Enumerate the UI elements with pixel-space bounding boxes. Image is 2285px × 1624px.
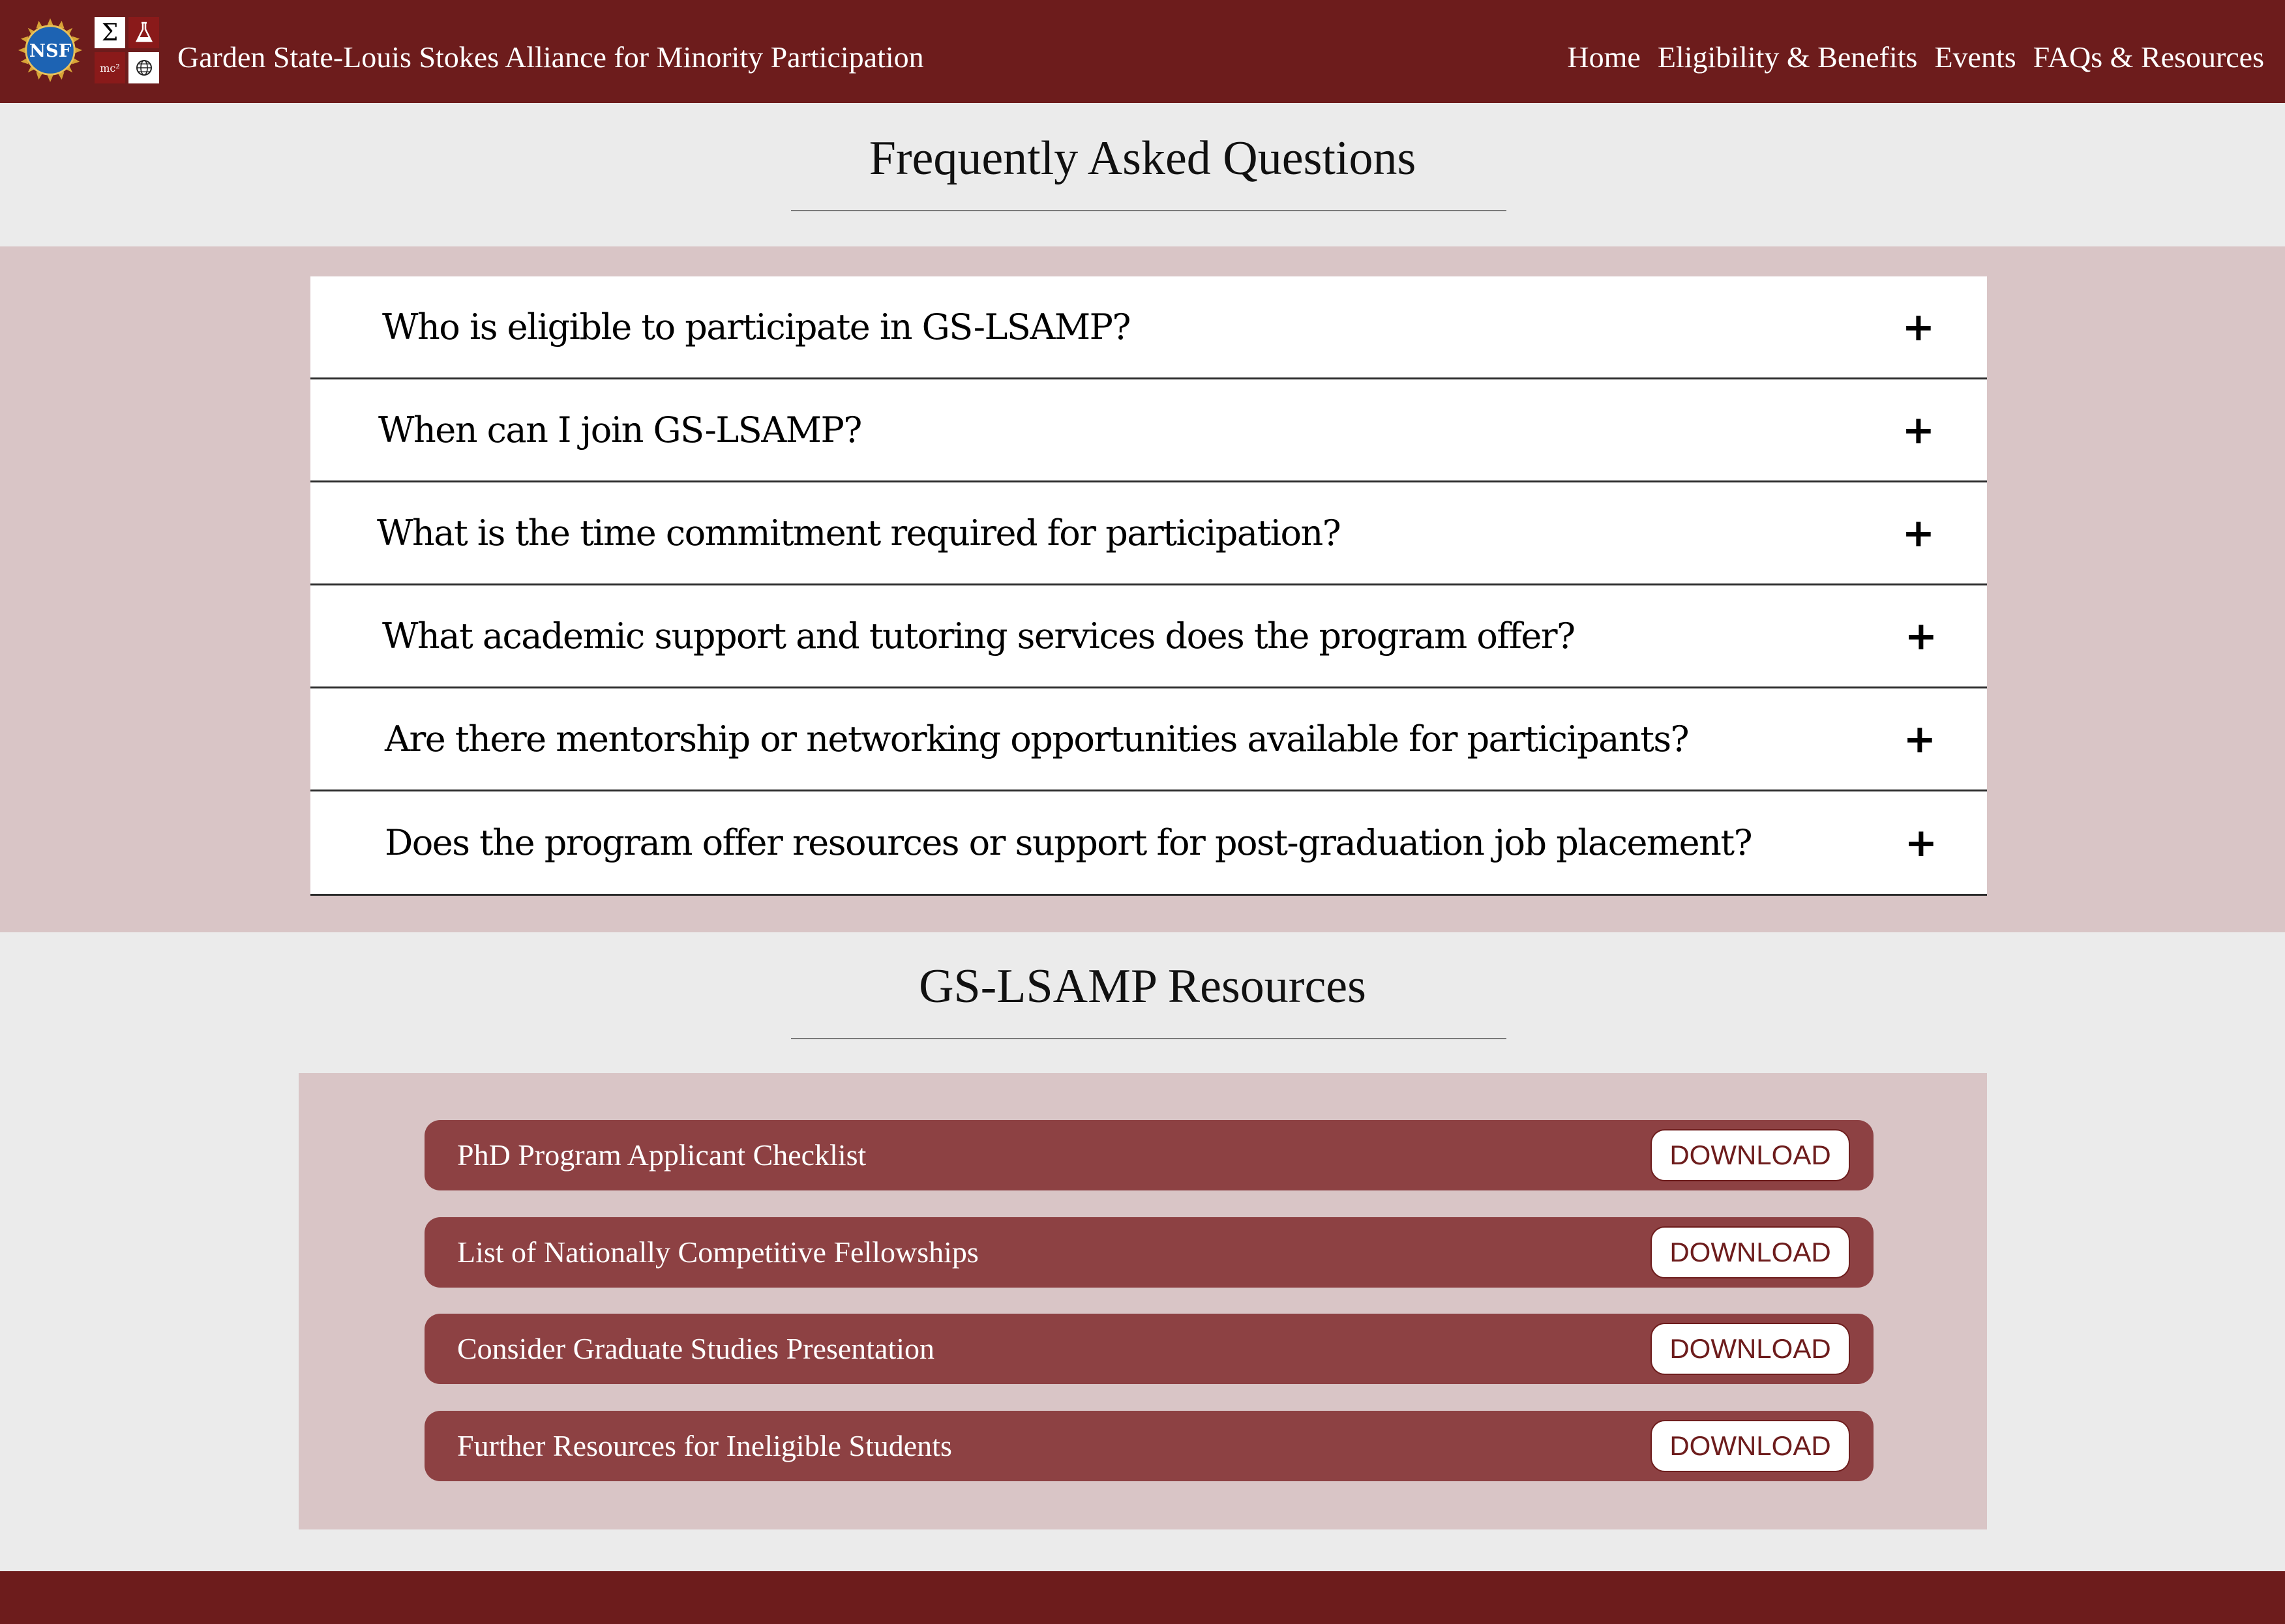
expand-plus-icon[interactable]: +	[1902, 308, 1935, 347]
expand-plus-icon[interactable]: +	[1904, 720, 1936, 759]
faq-item[interactable]: What is the time commitment required for…	[310, 482, 1987, 585]
download-button[interactable]: DOWNLOAD	[1650, 1226, 1850, 1278]
faq-question: What academic support and tutoring servi…	[382, 615, 1576, 657]
faq-title-divider	[791, 210, 1506, 211]
faq-question: What is the time commitment required for…	[377, 512, 1341, 554]
faq-question: Who is eligible to participate in GS-LSA…	[382, 306, 1131, 347]
globe-icon	[128, 52, 159, 83]
faq-item[interactable]: Does the program offer resources or supp…	[310, 791, 1987, 896]
nav-events[interactable]: Events	[1934, 39, 2016, 76]
faq-question: When can I join GS-LSAMP?	[378, 409, 862, 450]
faq-item[interactable]: When can I join GS-LSAMP? +	[310, 379, 1987, 482]
faq-item[interactable]: Who is eligible to participate in GS-LSA…	[310, 276, 1987, 379]
expand-plus-icon[interactable]: +	[1902, 514, 1935, 553]
expand-plus-icon[interactable]: +	[1902, 411, 1935, 450]
site-header: NSF Σ mc² Garden State-Louis Stokes Alli…	[0, 0, 2285, 103]
resources-title-divider	[791, 1038, 1506, 1039]
resource-label: Further Resources for Ineligible Student…	[457, 1429, 952, 1462]
main-nav: Home Eligibility & Benefits Events FAQs …	[1567, 39, 2264, 76]
download-button[interactable]: DOWNLOAD	[1650, 1323, 1850, 1375]
resource-label: Consider Graduate Studies Presentation	[457, 1332, 935, 1365]
download-button[interactable]: DOWNLOAD	[1650, 1420, 1850, 1472]
resource-label: PhD Program Applicant Checklist	[457, 1138, 867, 1172]
resource-row: PhD Program Applicant Checklist DOWNLOAD	[425, 1120, 1874, 1190]
resource-row: List of Nationally Competitive Fellowshi…	[425, 1217, 1874, 1288]
resources-title: GS-LSAMP Resources	[919, 960, 1366, 1013]
site-title[interactable]: Garden State-Louis Stokes Alliance for M…	[177, 39, 924, 76]
download-button[interactable]: DOWNLOAD	[1650, 1129, 1850, 1181]
nav-home[interactable]: Home	[1567, 39, 1640, 76]
nav-faqs-resources[interactable]: FAQs & Resources	[2033, 39, 2264, 76]
nsf-logo-text: NSF	[29, 40, 72, 61]
resource-row: Further Resources for Ineligible Student…	[425, 1411, 1874, 1481]
expand-plus-icon[interactable]: +	[1905, 617, 1937, 656]
gs-lsamp-logo[interactable]: Σ mc²	[95, 17, 160, 83]
nsf-logo[interactable]: NSF	[18, 18, 82, 82]
resource-label: List of Nationally Competitive Fellowshi…	[457, 1235, 979, 1269]
site-footer	[0, 1571, 2285, 1624]
resource-row: Consider Graduate Studies Presentation D…	[425, 1314, 1874, 1384]
sigma-icon: Σ	[95, 17, 125, 48]
nav-eligibility-benefits[interactable]: Eligibility & Benefits	[1658, 39, 1918, 76]
resources-panel: PhD Program Applicant Checklist DOWNLOAD…	[299, 1073, 1987, 1529]
faq-item[interactable]: What academic support and tutoring servi…	[310, 585, 1987, 688]
faq-question: Does the program offer resources or supp…	[385, 821, 1753, 863]
expand-plus-icon[interactable]: +	[1905, 823, 1937, 863]
faq-item[interactable]: Are there mentorship or networking oppor…	[310, 688, 1987, 791]
faq-title: Frequently Asked Questions	[869, 132, 1416, 185]
flask-icon	[128, 17, 159, 48]
faq-question: Are there mentorship or networking oppor…	[385, 718, 1690, 760]
formula-icon: mc²	[95, 52, 125, 83]
faq-accordion: Who is eligible to participate in GS-LSA…	[310, 276, 1987, 896]
